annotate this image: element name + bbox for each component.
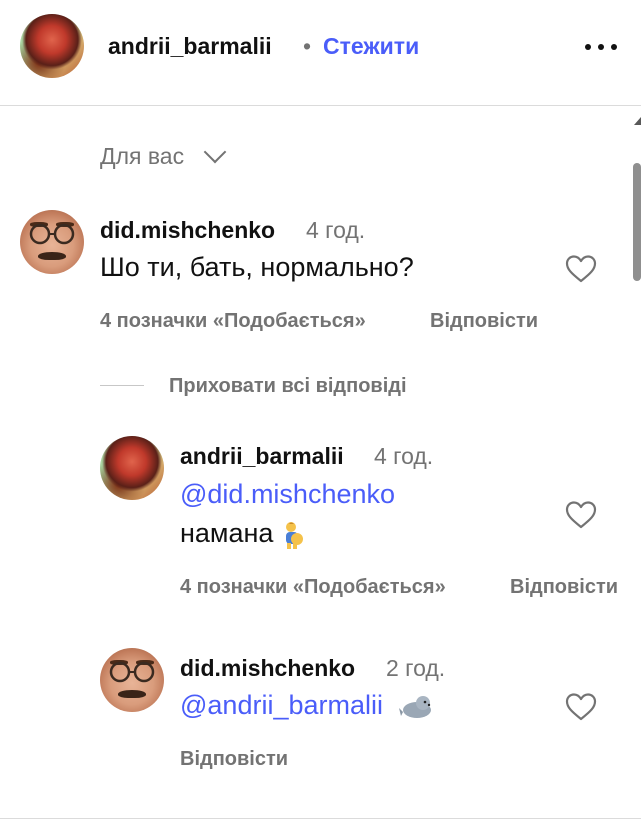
reply-mention-link[interactable]: @andrii_barmalii — [180, 690, 383, 720]
reply-mention[interactable]: @did.mishchenko — [180, 479, 395, 510]
reply-time[interactable]: 4 год. — [374, 443, 433, 470]
comment-text: Шо ти, бать, нормально? — [100, 252, 414, 282]
reply-likes[interactable]: 4 позначки «Подобається» — [180, 576, 446, 599]
reply-text-body: намана — [180, 518, 274, 548]
comment-time[interactable]: 4 год. — [306, 217, 365, 244]
chevron-down-icon[interactable] — [203, 140, 227, 164]
header-username[interactable]: andrii_barmalii — [108, 33, 272, 60]
scroll-up-arrow-icon[interactable] — [634, 117, 641, 125]
avatar[interactable] — [100, 648, 164, 712]
seal-emoji — [398, 695, 431, 718]
comment-likes[interactable]: 4 позначки «Подобається» — [100, 310, 366, 333]
reply-button[interactable]: Відповісти — [510, 576, 618, 599]
reply-username[interactable]: andrii_barmalii — [180, 443, 344, 470]
divider — [100, 385, 144, 386]
reply-mention: @andrii_barmalii — [180, 690, 435, 721]
reply-username[interactable]: did.mishchenko — [180, 655, 355, 682]
follow-button[interactable]: Стежити — [323, 33, 419, 60]
reply-time[interactable]: 2 год. — [386, 655, 445, 682]
scrollbar-thumb[interactable] — [633, 163, 641, 281]
more-horizontal-icon[interactable] — [585, 44, 619, 50]
comment-filter-dropdown[interactable]: Для вас — [100, 143, 184, 170]
divider — [0, 818, 641, 819]
reply-text: намана — [180, 518, 305, 550]
avatar[interactable] — [20, 14, 84, 78]
heart-icon[interactable] — [565, 254, 597, 284]
reply-button[interactable]: Відповісти — [430, 310, 538, 333]
reply-button[interactable]: Відповісти — [180, 748, 288, 771]
post-header: andrii_barmalii • Стежити — [0, 0, 641, 106]
avatar[interactable] — [100, 436, 164, 500]
separator-dot: • — [303, 33, 312, 59]
hide-replies-button[interactable]: Приховати всі відповіді — [169, 375, 407, 398]
comment-username[interactable]: did.mishchenko — [100, 217, 275, 244]
avatar[interactable] — [20, 210, 84, 274]
heart-icon[interactable] — [565, 692, 597, 722]
pregnant-man-emoji — [285, 521, 303, 549]
heart-icon[interactable] — [565, 500, 597, 530]
